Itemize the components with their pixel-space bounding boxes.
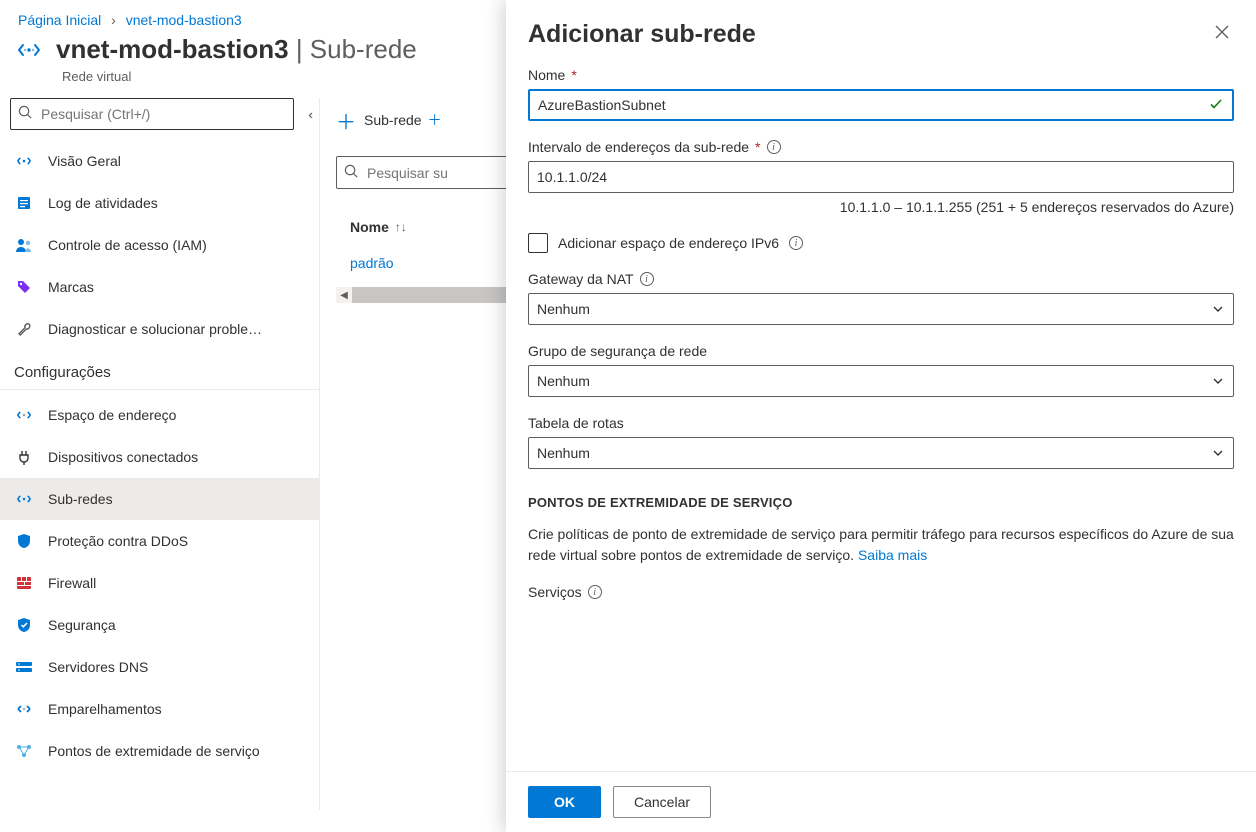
firewall-icon (14, 573, 34, 593)
chevron-down-icon (1212, 374, 1224, 390)
toolbar-label: Sub-rede (364, 112, 422, 128)
service-endpoints-desc: Crie políticas de ponto de extremidade d… (528, 524, 1234, 566)
ipv6-label: Adicionar espaço de endereço IPv6 (558, 235, 779, 251)
search-icon (18, 105, 33, 123)
nat-gateway-select[interactable]: Nenhum (528, 293, 1234, 325)
nav-connected-devices[interactable]: Dispositivos conectados (0, 436, 319, 478)
nav-label: Servidores DNS (48, 659, 148, 675)
vnet-icon (14, 35, 44, 65)
valid-check-icon (1208, 96, 1224, 116)
nav-address-space[interactable]: Espaço de endereço (0, 394, 319, 436)
collapse-nav-icon[interactable]: ‹‹ (308, 107, 309, 122)
search-icon (344, 164, 359, 182)
address-range-label: Intervalo de endereços da sub-rede * i (528, 139, 1234, 155)
people-icon (14, 235, 34, 255)
nav-section-settings: Configurações (0, 350, 319, 390)
plus-icon: ＋ (428, 110, 442, 130)
nav-service-endpoints[interactable]: Pontos de extremidade de serviço (0, 730, 319, 772)
sort-icon: ↑↓ (395, 220, 407, 234)
chevron-down-icon (1212, 302, 1224, 318)
name-input[interactable] (528, 89, 1234, 121)
nav-label: Visão Geral (48, 153, 121, 169)
nav-security[interactable]: Segurança (0, 604, 319, 646)
info-icon[interactable]: i (767, 140, 781, 154)
endpoints-icon (14, 741, 34, 761)
nav-label: Firewall (48, 575, 96, 591)
nav-diagnose[interactable]: Diagnosticar e solucionar proble… (0, 308, 319, 350)
chevron-down-icon (1212, 446, 1224, 462)
address-space-icon (14, 405, 34, 425)
cancel-button[interactable]: Cancelar (613, 786, 711, 818)
plug-icon (14, 447, 34, 467)
subnet-link[interactable]: padrão (350, 255, 394, 271)
log-icon (14, 193, 34, 213)
breadcrumb-sep: › (111, 12, 116, 28)
wrench-icon (14, 319, 34, 339)
close-icon[interactable] (1210, 20, 1234, 49)
nat-gateway-label: Gateway da NAT i (528, 271, 1234, 287)
route-table-label: Tabela de rotas (528, 415, 1234, 431)
nsg-select[interactable]: Nenhum (528, 365, 1234, 397)
nsg-label: Grupo de segurança de rede (528, 343, 1234, 359)
info-icon[interactable]: i (588, 585, 602, 599)
info-icon[interactable]: i (789, 236, 803, 250)
learn-more-link[interactable]: Saiba mais (858, 547, 927, 563)
plus-icon: ＋ (336, 106, 356, 135)
nav-iam[interactable]: Controle de acesso (IAM) (0, 224, 319, 266)
breadcrumb-home[interactable]: Página Inicial (18, 12, 101, 28)
shield-icon (14, 531, 34, 551)
nav-label: Dispositivos conectados (48, 449, 198, 465)
ok-button[interactable]: OK (528, 786, 601, 818)
page-title: vnet-mod-bastion3 | Sub-rede (56, 34, 417, 65)
leftnav-search-input[interactable] (10, 98, 294, 130)
nav-label: Controle de acesso (IAM) (48, 237, 207, 253)
nav-peerings[interactable]: Emparelhamentos (0, 688, 319, 730)
nav-label: Diagnosticar e solucionar proble… (48, 321, 262, 337)
ipv6-checkbox-row[interactable]: Adicionar espaço de endereço IPv6 i (528, 233, 1234, 253)
tag-icon (14, 277, 34, 297)
nav-label: Espaço de endereço (48, 407, 176, 423)
panel-footer: OK Cancelar (506, 771, 1256, 832)
info-icon[interactable]: i (640, 272, 654, 286)
nav-label: Emparelhamentos (48, 701, 162, 717)
nav-label: Marcas (48, 279, 94, 295)
route-table-select[interactable]: Nenhum (528, 437, 1234, 469)
vnet-icon (14, 151, 34, 171)
nav-label: Proteção contra DDoS (48, 533, 188, 549)
nav-dns[interactable]: Servidores DNS (0, 646, 319, 688)
address-range-hint: 10.1.1.0 – 10.1.1.255 (251 + 5 endereços… (528, 199, 1234, 215)
nav-label: Log de atividades (48, 195, 158, 211)
peerings-icon (14, 699, 34, 719)
name-label: Nome* (528, 67, 1234, 83)
panel-title: Adicionar sub-rede (528, 20, 1210, 49)
nav-ddos[interactable]: Proteção contra DDoS (0, 520, 319, 562)
security-icon (14, 615, 34, 635)
nav-activity-log[interactable]: Log de atividades (0, 182, 319, 224)
address-range-input[interactable] (528, 161, 1234, 193)
add-subnet-panel: Adicionar sub-rede Nome* Intervalo de en… (506, 0, 1256, 832)
nav-label: Sub-redes (48, 491, 113, 507)
dns-icon (14, 657, 34, 677)
nav-tags[interactable]: Marcas (0, 266, 319, 308)
leftnav-search (10, 98, 294, 130)
left-nav: ‹‹ Visão Geral Log de atividades Control… (0, 98, 320, 810)
ipv6-checkbox[interactable] (528, 233, 548, 253)
nav-subnets[interactable]: Sub-redes (0, 478, 319, 520)
scroll-left-icon[interactable]: ◀ (336, 290, 352, 301)
subnets-icon (14, 489, 34, 509)
services-label: Serviços i (528, 584, 1234, 600)
add-subnet-button[interactable]: ＋ Sub-rede ＋ (336, 106, 442, 135)
nav-overview[interactable]: Visão Geral (0, 140, 319, 182)
service-endpoints-heading: PONTOS DE EXTREMIDADE DE SERVIÇO (528, 495, 1234, 510)
nav-firewall[interactable]: Firewall (0, 562, 319, 604)
breadcrumb-resource[interactable]: vnet-mod-bastion3 (126, 12, 242, 28)
nav-label: Pontos de extremidade de serviço (48, 743, 260, 759)
nav-label: Segurança (48, 617, 116, 633)
